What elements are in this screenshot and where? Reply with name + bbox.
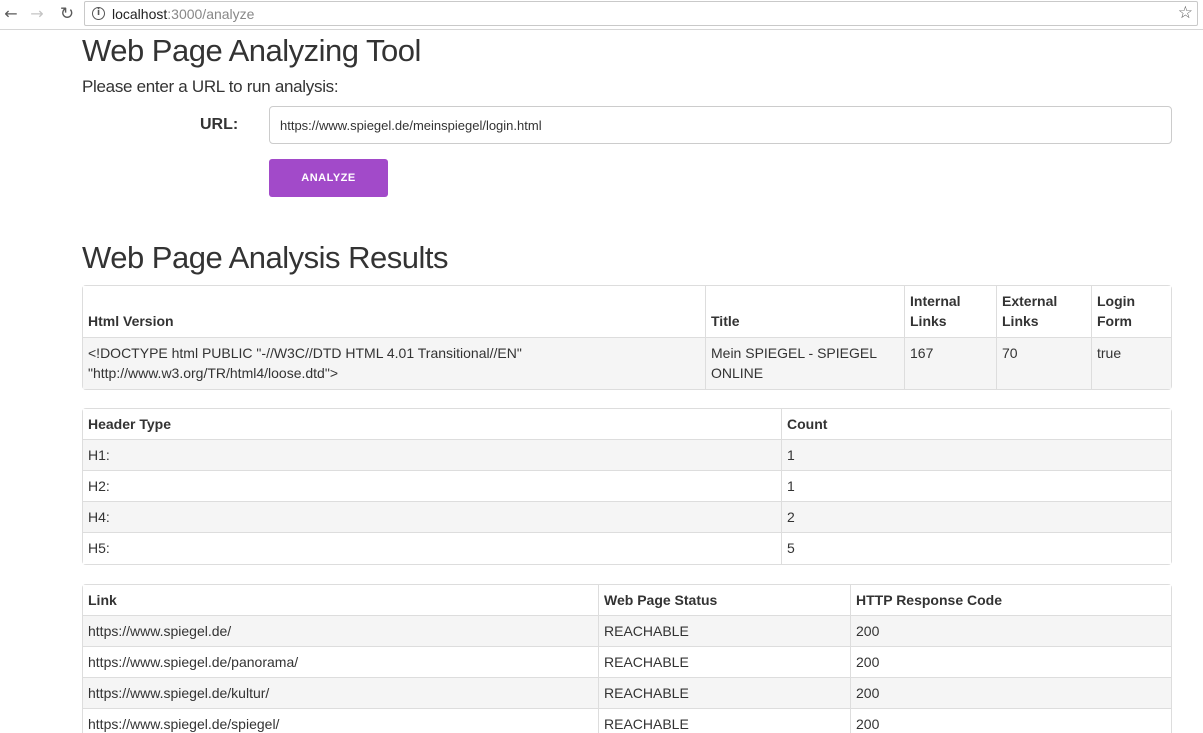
status-cell: REACHABLE xyxy=(599,678,851,709)
response-code-cell: 200 xyxy=(851,616,1171,647)
reload-icon[interactable]: ↻ xyxy=(56,3,78,25)
page-title-cell: Mein SPIEGEL - SPIEGEL ONLINE xyxy=(706,338,905,389)
header-types-table: Header Type Count H1: 1 H2: 1 H4: 2 H5: … xyxy=(82,408,1172,565)
url-label: URL: xyxy=(200,116,239,133)
header-type-cell: H1: xyxy=(83,440,782,471)
url-host: localhost xyxy=(112,6,168,22)
address-url[interactable]: localhost:3000/analyze xyxy=(112,5,254,23)
url-input[interactable] xyxy=(269,106,1172,144)
column-header: Login Form xyxy=(1092,286,1171,338)
link-cell: https://www.spiegel.de/panorama/ xyxy=(83,647,599,678)
url-path: :3000/analyze xyxy=(167,6,255,22)
header-type-cell: H2: xyxy=(83,471,782,502)
link-cell: https://www.spiegel.de/kultur/ xyxy=(83,678,599,709)
column-header: HTTP Response Code xyxy=(851,585,1171,616)
bookmark-star-icon[interactable]: ☆ xyxy=(1178,3,1193,23)
browser-toolbar: ← → ↻ i localhost:3000/analyze ☆ xyxy=(0,0,1203,30)
link-cell: https://www.spiegel.de/spiegel/ xyxy=(83,709,599,733)
table-row: https://www.spiegel.de/panorama/ REACHAB… xyxy=(83,647,1171,678)
status-cell: REACHABLE xyxy=(599,616,851,647)
column-header: Web Page Status xyxy=(599,585,851,616)
links-table: Link Web Page Status HTTP Response Code … xyxy=(82,584,1172,733)
table-row: https://www.spiegel.de/spiegel/ REACHABL… xyxy=(83,709,1171,733)
table-row: <!DOCTYPE html PUBLIC "-//W3C//DTD HTML … xyxy=(83,338,1171,389)
column-header: Title xyxy=(706,286,905,338)
response-code-cell: 200 xyxy=(851,678,1171,709)
results-title: Web Page Analysis Results xyxy=(82,240,449,275)
count-cell: 1 xyxy=(782,471,1171,502)
column-header: Html Version xyxy=(83,286,706,338)
table-row: https://www.spiegel.de/kultur/ REACHABLE… xyxy=(83,678,1171,709)
column-header: Internal Links xyxy=(905,286,997,338)
html-version-cell: <!DOCTYPE html PUBLIC "-//W3C//DTD HTML … xyxy=(83,338,706,389)
table-row: https://www.spiegel.de/ REACHABLE 200 xyxy=(83,616,1171,647)
link-cell: https://www.spiegel.de/ xyxy=(83,616,599,647)
column-header: Count xyxy=(782,409,1171,440)
url-prompt: Please enter a URL to run analysis: xyxy=(82,77,339,96)
page-title: Web Page Analyzing Tool xyxy=(82,33,421,68)
response-code-cell: 200 xyxy=(851,709,1171,733)
status-cell: REACHABLE xyxy=(599,647,851,678)
forward-arrow-icon[interactable]: → xyxy=(26,3,48,25)
table-row: H5: 5 xyxy=(83,533,1171,564)
address-bar[interactable]: i localhost:3000/analyze ☆ xyxy=(84,1,1198,26)
table-header-row: Header Type Count xyxy=(83,409,1171,440)
count-cell: 2 xyxy=(782,502,1171,533)
info-icon[interactable]: i xyxy=(92,7,105,20)
status-cell: REACHABLE xyxy=(599,709,851,733)
column-header: Header Type xyxy=(83,409,782,440)
internal-links-cell: 167 xyxy=(905,338,997,389)
table-header-row: Html Version Title Internal Links Extern… xyxy=(83,286,1171,338)
table-row: H4: 2 xyxy=(83,502,1171,533)
back-arrow-icon[interactable]: ← xyxy=(0,3,22,25)
table-row: H1: 1 xyxy=(83,440,1171,471)
external-links-cell: 70 xyxy=(997,338,1092,389)
analyze-button[interactable]: ANALYZE xyxy=(269,159,388,197)
table-header-row: Link Web Page Status HTTP Response Code xyxy=(83,585,1171,616)
column-header: External Links xyxy=(997,286,1092,338)
count-cell: 5 xyxy=(782,533,1171,564)
header-type-cell: H4: xyxy=(83,502,782,533)
login-form-cell: true xyxy=(1092,338,1171,389)
summary-table: Html Version Title Internal Links Extern… xyxy=(82,285,1172,390)
response-code-cell: 200 xyxy=(851,647,1171,678)
count-cell: 1 xyxy=(782,440,1171,471)
table-row: H2: 1 xyxy=(83,471,1171,502)
column-header: Link xyxy=(83,585,599,616)
header-type-cell: H5: xyxy=(83,533,782,564)
